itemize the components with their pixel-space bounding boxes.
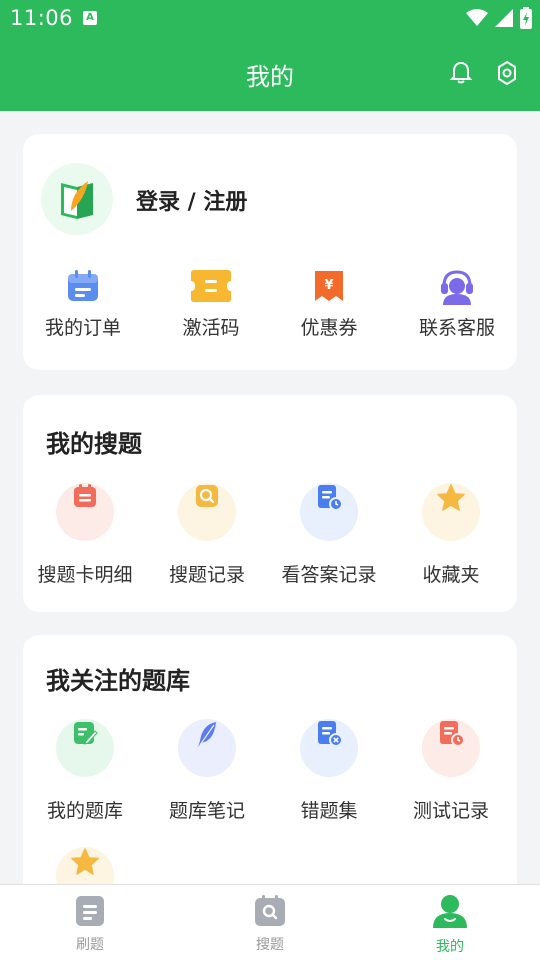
document-icon: [76, 896, 104, 926]
user-icon: [433, 895, 467, 928]
calendar-icon: [68, 270, 98, 301]
search-item-label: 搜题卡明细: [37, 564, 133, 586]
test-record-icon: [422, 719, 480, 777]
section-title: 我关注的题库: [46, 667, 190, 695]
avatar[interactable]: [41, 163, 113, 235]
quick-link-customer-service[interactable]: 联系客服: [396, 268, 518, 340]
tab-label: 刷题: [76, 937, 104, 953]
status-time: 11:06: [10, 6, 74, 30]
ticket-icon: [191, 270, 231, 302]
quick-link-coupons[interactable]: ¥ 优惠券: [268, 268, 390, 340]
search-doc-icon: [255, 895, 285, 926]
question-bank-notes[interactable]: 题库笔记: [146, 719, 268, 823]
answer-record[interactable]: 看答案记录: [268, 483, 390, 587]
bank-item-label: 错题集: [300, 800, 358, 822]
gear-icon[interactable]: [494, 60, 520, 86]
search-section-card: 我的搜题 搜题卡明细 搜题记录 看答案记录 收藏夹: [23, 395, 517, 612]
bell-icon[interactable]: [448, 60, 474, 86]
quick-link-label: 激活码: [182, 317, 240, 339]
profile-card: 登录 / 注册 我的订单 激活码 ¥ 优惠券 联系客服: [23, 134, 517, 370]
quick-link-activation[interactable]: 激活码: [150, 268, 272, 340]
headset-icon: [441, 270, 473, 305]
test-records[interactable]: 测试记录: [390, 719, 512, 823]
tab-label: 搜题: [256, 937, 284, 953]
coupon-icon: ¥: [315, 271, 343, 301]
app-logo-icon: [61, 181, 93, 219]
battery-icon: [520, 7, 532, 29]
wrong-question-set[interactable]: 错题集: [268, 719, 390, 823]
bank-item-label: 测试记录: [412, 800, 489, 822]
card-detail-icon: [56, 483, 114, 541]
answer-record-icon: [300, 483, 358, 541]
tab-practice[interactable]: 刷题: [30, 895, 150, 954]
search-record-icon: [178, 483, 236, 541]
search-record[interactable]: 搜题记录: [146, 483, 268, 587]
signal-icon: [495, 9, 513, 27]
favorites[interactable]: 收藏夹: [390, 483, 512, 587]
edit-doc-icon: [56, 719, 114, 777]
section-title: 我的搜题: [46, 430, 142, 458]
bank-item-label: 我的题库: [46, 800, 123, 822]
wrong-doc-icon: [300, 719, 358, 777]
star-icon: [422, 483, 480, 541]
quick-link-orders[interactable]: 我的订单: [22, 268, 144, 340]
search-item-label: 收藏夹: [422, 564, 480, 586]
svg-text:¥: ¥: [324, 278, 333, 293]
quick-link-label: 联系客服: [418, 317, 495, 339]
bank-item-label: 题库笔记: [168, 800, 245, 822]
search-item-label: 看答案记录: [281, 564, 377, 586]
tab-mine[interactable]: 我的: [390, 893, 510, 956]
bottom-tab-bar: 刷题 搜题 我的: [0, 884, 540, 960]
login-register-link[interactable]: 登录 / 注册: [136, 184, 247, 216]
tab-label: 我的: [436, 939, 464, 955]
header: 11:06 A 我的: [0, 0, 540, 111]
bank-section-card: 我关注的题库 我的题库 题库笔记 错题集 测试记录: [23, 635, 517, 905]
status-icons: [466, 7, 532, 29]
search-card-detail[interactable]: 搜题卡明细: [24, 483, 146, 587]
quick-link-label: 我的订单: [44, 317, 121, 339]
notification-a-icon: A: [83, 11, 97, 25]
wifi-icon: [466, 9, 488, 26]
status-bar: 11:06 A: [0, 0, 540, 36]
quick-link-label: 优惠券: [300, 317, 358, 339]
tab-search[interactable]: 搜题: [210, 895, 330, 954]
my-question-bank[interactable]: 我的题库: [24, 719, 146, 823]
search-item-label: 搜题记录: [168, 564, 245, 586]
feather-icon: [178, 719, 236, 777]
